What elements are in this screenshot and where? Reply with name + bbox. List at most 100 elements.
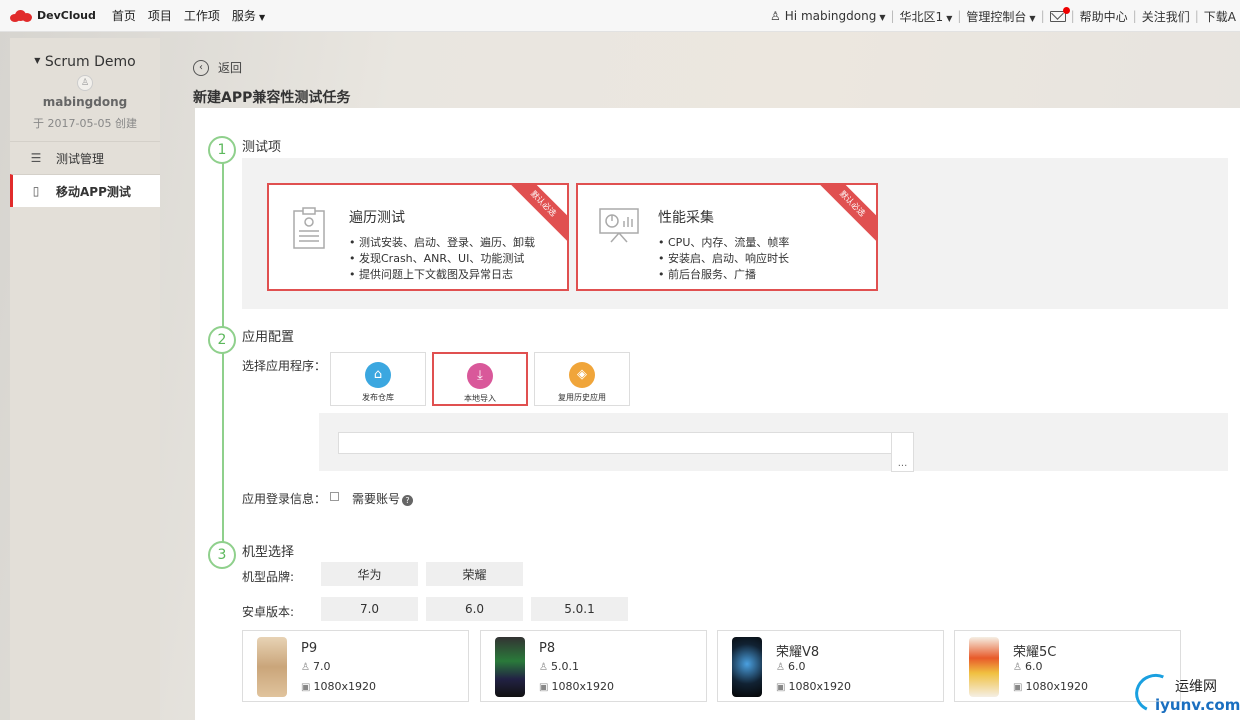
device-resolution: ▣ 1080x1920 (539, 680, 614, 693)
version-chip-6-0[interactable]: 6.0 (426, 597, 523, 621)
brand-label: 机型品牌: (242, 570, 295, 584)
chevron-left-icon: ‹ (193, 59, 209, 76)
step-2-marker: 2 (208, 326, 236, 354)
warehouse-icon: ⌂ (365, 362, 391, 388)
phone-image (257, 637, 287, 697)
need-account-label: 需要账号? (352, 490, 414, 507)
phone-image (969, 637, 999, 697)
cloud-logo-icon (10, 9, 32, 22)
list-item: 测试安装、启动、登录、遍历、卸载 (349, 235, 535, 251)
sidebar-item-label: 测试管理 (56, 151, 105, 166)
step-timeline (222, 160, 224, 560)
list-icon: ☰ (30, 151, 42, 165)
follow-us-link[interactable]: 关注我们 (1142, 8, 1190, 25)
device-name: P8 (539, 641, 556, 656)
brand-chip-huawei[interactable]: 华为 (321, 562, 418, 586)
phone-icon: ▯ (32, 184, 40, 198)
chevron-down-icon: ▼ (258, 13, 266, 22)
device-android-version: ♙ 5.0.1 (539, 660, 579, 673)
device-resolution: ▣ 1080x1920 (301, 680, 376, 693)
device-name: P9 (301, 641, 318, 656)
device-android-version: ♙ 6.0 (1013, 660, 1043, 673)
watermark-cn: 运维网 (1175, 679, 1217, 695)
need-account-checkbox[interactable] (330, 492, 339, 501)
android-icon: ♙ (1013, 662, 1022, 673)
list-item: CPU、内存、流量、帧率 (658, 235, 789, 251)
nav-projects[interactable]: 项目 (148, 9, 172, 23)
sidebar-item-test-management[interactable]: ☰ 测试管理 (10, 141, 160, 174)
card-title: 遍历测试 (349, 210, 405, 226)
nav-work-items[interactable]: 工作项 (184, 9, 220, 23)
devcloud-logo[interactable]: DevCloud (10, 9, 96, 22)
project-created-date: 于 2017-05-05 创建 (33, 117, 137, 130)
browse-button[interactable]: ... (891, 432, 914, 472)
sidebar-menu: ☰ 测试管理 ▯ 移动APP测试 (10, 141, 160, 207)
device-android-version: ♙ 6.0 (776, 660, 806, 673)
source-history-app-button[interactable]: ◈ 复用历史应用 (534, 352, 630, 406)
screen-icon: ▣ (776, 682, 786, 693)
project-selector[interactable]: ▼ Scrum Demo (10, 54, 160, 70)
help-icon[interactable]: ? (402, 495, 414, 506)
sidebar-item-label: 移动APP测试 (56, 184, 131, 199)
project-owner: mabingdong (42, 95, 128, 109)
sidebar-item-mobile-app-test[interactable]: ▯ 移动APP测试 (10, 174, 160, 207)
test-card-performance[interactable]: 性能采集 CPU、内存、流量、帧率 安装启、启动、响应时长 前后台服务、广播 默… (576, 183, 878, 291)
android-version-label: 安卓版本: (242, 605, 295, 619)
back-button[interactable]: ‹ 返回 (193, 59, 242, 76)
watermark-en: iyunv.com (1155, 696, 1240, 714)
package-icon: ◈ (569, 362, 595, 388)
list-item: 安装启、启动、响应时长 (658, 251, 789, 267)
test-card-traversal[interactable]: 遍历测试 测试安装、启动、登录、遍历、卸载 发现Crash、ANR、UI、功能测… (267, 183, 569, 291)
top-right-menu: ♙ Hi mabingdong ▼ | 华北区1 ▼ | 管理控制台 ▼ | | 帮助… (770, 0, 1236, 32)
source-label: 本地导入 (464, 394, 496, 403)
device-resolution: ▣ 1080x1920 (776, 680, 851, 693)
device-name: 荣耀5C (1013, 645, 1057, 660)
console-menu[interactable]: 管理控制台 ▼ (966, 8, 1035, 25)
section-title-model-select: 机型选择 (242, 545, 295, 560)
project-info: ▼ Scrum Demo ♙ mabingdong 于 2017-05-05 创… (10, 38, 160, 131)
card-feature-list: 测试安装、启动、登录、遍历、卸载 发现Crash、ANR、UI、功能测试 提供问… (349, 235, 535, 283)
user-menu[interactable]: Hi mabingdong ▼ (785, 9, 886, 23)
source-local-import-button[interactable]: ⤓ 本地导入 (432, 352, 528, 406)
chevron-down-icon: ▼ (1029, 13, 1036, 23)
device-card-p9[interactable]: P9 ♙ 7.0 ▣ 1080x1920 (242, 630, 469, 702)
select-app-label: 选择应用程序： (242, 359, 327, 373)
version-chip-5-0-1[interactable]: 5.0.1 (531, 597, 628, 621)
card-title: 性能采集 (658, 210, 714, 226)
screen-icon: ▣ (301, 682, 311, 693)
screen-icon: ▣ (539, 682, 549, 693)
android-icon: ♙ (776, 662, 785, 673)
main-nav: 首页 项目 工作项 服务 ▼ (106, 7, 271, 24)
device-card-honor-v8[interactable]: 荣耀V8 ♙ 6.0 ▣ 1080x1920 (717, 630, 944, 702)
list-item: 前后台服务、广播 (658, 267, 789, 283)
download-icon: ⤓ (467, 363, 493, 389)
chevron-down-icon: ▼ (946, 13, 953, 23)
region-selector[interactable]: 华北区1 ▼ (900, 8, 953, 25)
android-icon: ♙ (301, 662, 310, 673)
page-title: 新建APP兼容性测试任务 (193, 90, 351, 106)
back-label: 返回 (218, 61, 243, 75)
device-resolution: ▣ 1080x1920 (1013, 680, 1088, 693)
caret-down-icon: ▼ (34, 56, 41, 65)
nav-home[interactable]: 首页 (112, 9, 136, 23)
user-icon: ♙ (770, 9, 781, 23)
android-icon: ♙ (539, 662, 548, 673)
notification-dot (1062, 6, 1070, 14)
nav-services[interactable]: 服务 ▼ (232, 9, 265, 23)
default-required-ribbon: 默认必选 (810, 185, 876, 246)
mail-icon[interactable] (1049, 6, 1070, 22)
source-label: 发布仓库 (362, 393, 394, 402)
download-link[interactable]: 下载A (1204, 8, 1236, 25)
card-feature-list: CPU、内存、流量、帧率 安装启、启动、响应时长 前后台服务、广播 (658, 235, 789, 283)
source-release-repo-button[interactable]: ⌂ 发布仓库 (330, 352, 426, 406)
device-card-p8[interactable]: P8 ♙ 5.0.1 ▣ 1080x1920 (480, 630, 707, 702)
project-sidebar: ▼ Scrum Demo ♙ mabingdong 于 2017-05-05 创… (10, 38, 160, 720)
brand-name: DevCloud (37, 9, 96, 22)
phone-image (495, 637, 525, 697)
help-center-link[interactable]: 帮助中心 (1080, 8, 1128, 25)
file-path-input[interactable] (338, 432, 892, 454)
device-android-version: ♙ 7.0 (301, 660, 331, 673)
phone-image (732, 637, 762, 697)
version-chip-7-0[interactable]: 7.0 (321, 597, 418, 621)
brand-chip-honor[interactable]: 荣耀 (426, 562, 523, 586)
